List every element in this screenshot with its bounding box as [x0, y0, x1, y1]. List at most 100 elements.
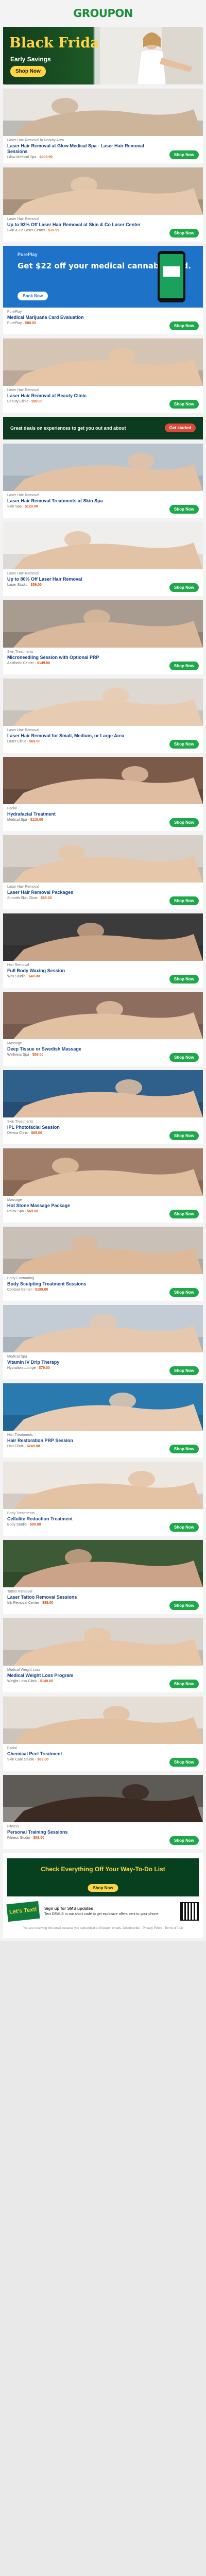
deal-title[interactable]: Hair Restoration PRP Session [7, 1438, 162, 1444]
deal-shop-button[interactable]: Shop Now [169, 739, 199, 749]
deal-title[interactable]: Laser Hair Removal for Small, Medium, or… [7, 733, 162, 739]
deal-image[interactable] [3, 991, 203, 1039]
sms-signup-row[interactable]: Let's Text! Sign up for SMS updates Text… [6, 1901, 199, 1922]
deal-title[interactable]: Laser Hair Removal Treatments at Skin Sp… [7, 498, 162, 504]
deal-image[interactable] [3, 338, 203, 386]
deal-shop-button[interactable]: Shop Now [169, 504, 199, 514]
deal-card[interactable]: Massage Hot Stone Massage Package Relax Sp… [3, 1148, 203, 1223]
deal-shop-button[interactable]: Shop Now [169, 1522, 199, 1532]
deal-title[interactable]: Hydrafacial Treatment [7, 811, 162, 817]
deal-title[interactable]: Medical Weight Loss Program [7, 1673, 162, 1679]
deal-title[interactable]: Laser Tattoo Removal Sessions [7, 1595, 162, 1600]
deal-image[interactable] [3, 1304, 203, 1352]
deal-card[interactable]: Massage Deep Tissue or Swedish Massage Wel… [3, 991, 203, 1066]
deal-card[interactable]: Skin Treatments Microneedling Session wit… [3, 600, 203, 674]
deal-title[interactable]: IPL Photofacial Session [7, 1125, 162, 1130]
deal-shop-button[interactable]: Shop Now [169, 228, 199, 238]
deal-shop-button[interactable]: Shop Now [169, 1366, 199, 1375]
black-friday-banner[interactable]: Black Friday Early Savings Shop Now [3, 27, 203, 84]
deal-card[interactable]: Facial Hydrafacial Treatment Medical Spa ·… [3, 756, 203, 831]
checklist-banner[interactable]: Check Everything Off Your Way-To-Do List… [7, 1858, 199, 1896]
deal-image[interactable] [3, 600, 203, 648]
deal-shop-button[interactable]: Shop Now [169, 1053, 199, 1062]
promo-button[interactable]: Get started [164, 423, 196, 432]
deal-shop-button[interactable]: Shop Now [169, 1757, 199, 1767]
deal-title[interactable]: Up to 93% Off Laser Hair Removal at Skin… [7, 222, 162, 228]
deal-title[interactable]: Body Sculpting Treatment Sessions [7, 1281, 162, 1287]
deal-title[interactable]: Microneedling Session with Optional PRP [7, 655, 162, 660]
deal-card[interactable]: Body Contouring Body Sculpting Treatment … [3, 1226, 203, 1301]
deal-card[interactable]: PurePlay Medical Marijuana Card Evaluatio… [3, 307, 203, 334]
groupon-logo[interactable]: GROUPON [73, 7, 133, 20]
deal-image[interactable] [3, 835, 203, 883]
deal-image[interactable] [3, 1696, 203, 1744]
deal-title[interactable]: Medical Marijuana Card Evaluation [7, 315, 162, 320]
deal-card[interactable]: Laser Hair Removal Laser Hair Removal at … [3, 338, 203, 413]
deal-image[interactable] [3, 1618, 203, 1666]
deal-card[interactable]: Laser Hair Removal Laser Hair Removal Pac… [3, 835, 203, 909]
deal-image[interactable] [3, 89, 203, 136]
deal-card[interactable]: Laser Hair Removal Laser Hair Removal for… [3, 678, 203, 753]
deal-title[interactable]: Up to 80% Off Laser Hair Removal [7, 577, 162, 582]
deal-image[interactable] [3, 1461, 203, 1509]
deal-shop-button[interactable]: Shop Now [169, 399, 199, 409]
deal-title[interactable]: Cellulite Reduction Treatment [7, 1516, 162, 1522]
deal-card[interactable]: Medical Spa Vitamin IV Drip Therapy Hydrat… [3, 1304, 203, 1379]
deal-image[interactable] [3, 678, 203, 726]
deal-card[interactable]: Medical Weight Loss Medical Weight Loss P… [3, 1618, 203, 1692]
deal-shop-button[interactable]: Shop Now [169, 321, 199, 330]
deal-card[interactable]: Hair Treatments Hair Restoration PRP Sess… [3, 1383, 203, 1458]
cannabis-ad-image[interactable]: PurePlay Get $22 off your medical cannabi… [3, 245, 203, 308]
deal-title[interactable]: Chemical Peel Treatment [7, 1751, 162, 1757]
deal-card[interactable]: Laser Hair Removal in Nearby Area Laser H… [3, 89, 203, 163]
deal-image[interactable] [3, 167, 203, 215]
deal-card[interactable]: Body Treatments Cellulite Reduction Treat… [3, 1461, 203, 1536]
qr-code[interactable] [180, 1902, 199, 1921]
deal-shop-button[interactable]: Shop Now [169, 1444, 199, 1453]
checklist-shop-button[interactable]: Shop Now [88, 1884, 118, 1892]
ad-cta-button[interactable]: Book Now [18, 291, 48, 300]
deal-card[interactable]: Laser Hair Removal Up to 80% Off Laser Ha… [3, 521, 203, 596]
deal-shop-button[interactable]: Shop Now [169, 583, 199, 592]
deal-title[interactable]: Vitamin IV Drip Therapy [7, 1360, 162, 1365]
deal-shop-button[interactable]: Shop Now [169, 818, 199, 827]
card-separator [3, 163, 203, 167]
deal-card[interactable]: Fitness Personal Training Sessions Fitness… [3, 1774, 203, 1849]
deal-image[interactable] [3, 1774, 203, 1822]
deal-image[interactable] [3, 1539, 203, 1587]
deal-shop-button[interactable]: Shop Now [169, 1601, 199, 1610]
deal-image[interactable] [3, 913, 203, 961]
banner-shop-button[interactable]: Shop Now [10, 66, 46, 77]
deal-title[interactable]: Laser Hair Removal at Beauty Clinic [7, 393, 162, 399]
deal-shop-button[interactable]: Shop Now [169, 1836, 199, 1845]
deal-shop-button[interactable]: Shop Now [169, 661, 199, 670]
deal-card[interactable]: Laser Hair Removal Up to 93% Off Laser Ha… [3, 167, 203, 242]
deal-card[interactable]: Laser Hair Removal Laser Hair Removal Tre… [3, 443, 203, 518]
deal-shop-button[interactable]: Shop Now [169, 974, 199, 984]
deal-title[interactable]: Full Body Waxing Session [7, 968, 162, 974]
deal-image[interactable] [3, 1226, 203, 1274]
deal-card[interactable]: Tattoo Removal Laser Tattoo Removal Sessi… [3, 1539, 203, 1614]
deal-shop-button[interactable]: Shop Now [169, 896, 199, 905]
deal-shop-button[interactable]: Shop Now [169, 1209, 199, 1218]
deal-shop-button[interactable]: Shop Now [169, 1131, 199, 1140]
deal-image[interactable] [3, 756, 203, 804]
deal-card[interactable]: Facial Chemical Peel Treatment Skin Care S… [3, 1696, 203, 1771]
deal-image[interactable] [3, 1383, 203, 1431]
deal-card[interactable]: Hair Removal Full Body Waxing Session Wax … [3, 913, 203, 988]
deal-card[interactable]: Skin Treatments IPL Photofacial Session De… [3, 1070, 203, 1144]
deal-category: Facial [7, 806, 17, 810]
deal-title[interactable]: Laser Hair Removal Packages [7, 890, 162, 895]
deal-title[interactable]: Laser Hair Removal at Glow Medical Spa -… [7, 143, 162, 155]
deal-shop-button[interactable]: Shop Now [169, 1679, 199, 1688]
deal-shop-button[interactable]: Shop Now [169, 150, 199, 159]
deal-shop-button[interactable]: Shop Now [169, 1287, 199, 1297]
deal-title[interactable]: Deep Tissue or Swedish Massage [7, 1046, 162, 1052]
deal-title[interactable]: Personal Training Sessions [7, 1829, 162, 1835]
deal-image[interactable] [3, 521, 203, 569]
deal-title[interactable]: Hot Stone Massage Package [7, 1203, 162, 1209]
deal-image[interactable] [3, 443, 203, 491]
deal-image[interactable] [3, 1070, 203, 1117]
experiences-promo-banner[interactable]: Great deals on experiences to get you ou… [3, 416, 203, 439]
deal-image[interactable] [3, 1148, 203, 1196]
